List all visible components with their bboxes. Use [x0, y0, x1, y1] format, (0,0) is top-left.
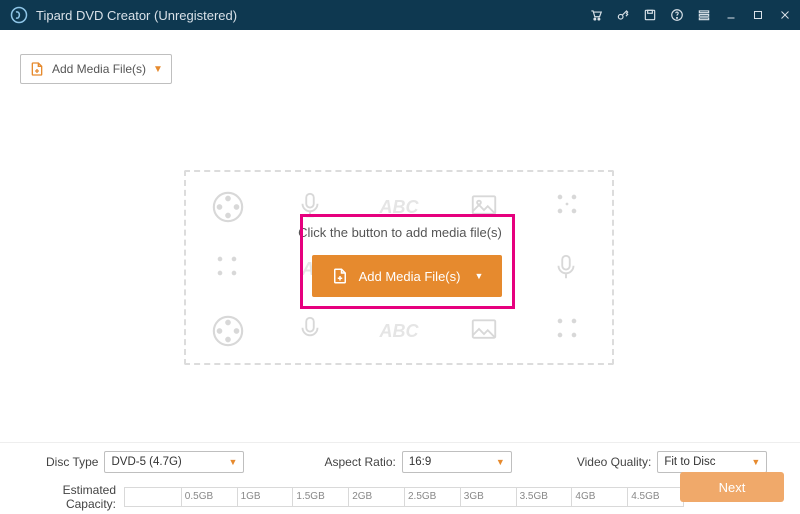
capacity-tick: 4.5GB	[627, 488, 659, 506]
titlebar: Tipard DVD Creator (Unregistered)	[0, 0, 800, 30]
capacity-tick: 3.5GB	[516, 488, 548, 506]
next-button-label: Next	[719, 480, 746, 495]
watermark-row: ABC	[186, 314, 612, 348]
chevron-down-icon: ▼	[474, 271, 483, 281]
aspect-ratio-value: 16:9	[409, 456, 431, 468]
disc-type-label: Disc Type	[46, 455, 98, 469]
aspect-ratio-select[interactable]: 16:9 ▼	[402, 451, 512, 473]
capacity-tick: 4GB	[571, 488, 595, 506]
chevron-down-icon: ▼	[153, 64, 163, 75]
cart-icon[interactable]	[588, 8, 603, 23]
minimize-icon[interactable]	[723, 8, 738, 23]
reel-icon	[211, 314, 245, 348]
maximize-icon[interactable]	[750, 8, 765, 23]
disc-type-value: DVD-5 (4.7G)	[111, 456, 181, 468]
capacity-tick: 2.5GB	[404, 488, 436, 506]
reel-icon	[211, 190, 245, 224]
video-quality-select[interactable]: Fit to Disc ▼	[657, 451, 767, 473]
next-button[interactable]: Next	[680, 472, 784, 502]
disc-type-select[interactable]: DVD-5 (4.7G) ▼	[104, 451, 244, 473]
help-icon[interactable]	[669, 8, 684, 23]
app-title: Tipard DVD Creator (Unregistered)	[36, 8, 588, 23]
capacity-tick: 1GB	[237, 488, 261, 506]
sparkle-icon	[213, 252, 247, 286]
add-media-center-label: Add Media File(s)	[359, 269, 461, 284]
bottom-panel: Disc Type DVD-5 (4.7G) ▼ Aspect Ratio: 1…	[0, 442, 800, 514]
capacity-tick: 1.5GB	[292, 488, 324, 506]
main-content: Add Media File(s) ▼ ABC ABC C ABC Click …	[0, 30, 800, 442]
menu-icon[interactable]	[696, 8, 711, 23]
capacity-tick: 0.5GB	[181, 488, 213, 506]
chevron-down-icon: ▼	[496, 457, 505, 467]
close-icon[interactable]	[777, 8, 792, 23]
mic-icon	[295, 314, 329, 348]
estimated-capacity-label: Estimated Capacity:	[16, 483, 124, 511]
chevron-down-icon: ▼	[229, 457, 238, 467]
video-quality-label: Video Quality:	[577, 455, 652, 469]
image-icon	[469, 314, 503, 348]
add-media-center-button[interactable]: Add Media File(s) ▼	[312, 255, 502, 297]
sparkle-icon	[553, 314, 587, 348]
capacity-tick: 2GB	[348, 488, 372, 506]
app-logo-icon	[10, 6, 28, 24]
add-media-top-label: Add Media File(s)	[52, 62, 146, 76]
add-file-icon	[331, 267, 349, 285]
video-quality-value: Fit to Disc	[664, 456, 715, 468]
capacity-bar: 0.5GB 1GB 1.5GB 2GB 2.5GB 3GB 3.5GB 4GB …	[124, 487, 684, 507]
abc-watermark: ABC	[379, 314, 418, 348]
aspect-ratio-label: Aspect Ratio:	[324, 455, 395, 469]
save-icon[interactable]	[642, 8, 657, 23]
sparkle-icon	[553, 190, 587, 224]
add-media-top-button[interactable]: Add Media File(s) ▼	[20, 54, 172, 84]
capacity-tick: 3GB	[460, 488, 484, 506]
chevron-down-icon: ▼	[751, 457, 760, 467]
titlebar-actions	[588, 8, 792, 23]
add-file-icon	[29, 61, 45, 77]
key-icon[interactable]	[615, 8, 630, 23]
mic-icon	[551, 252, 585, 286]
